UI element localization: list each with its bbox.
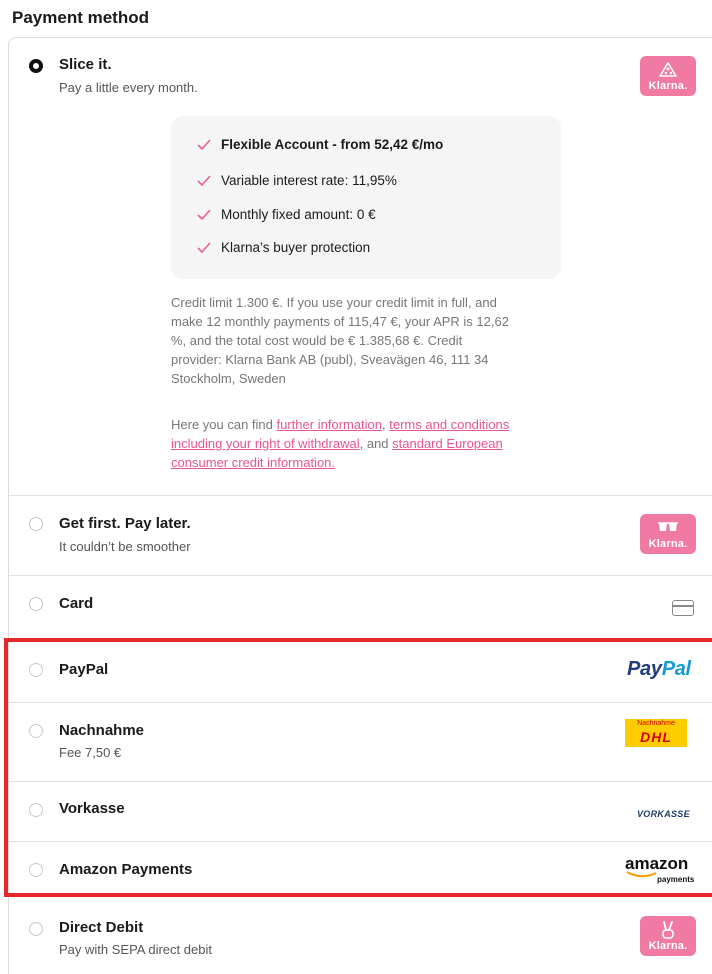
check-icon xyxy=(197,209,211,221)
option-paypal[interactable]: PayPal PayPal xyxy=(9,639,712,702)
standard-credit-info-link[interactable]: standard European xyxy=(392,436,503,451)
klarna-badge-label: Klarna. xyxy=(648,538,688,550)
pizza-slice-icon xyxy=(659,62,677,77)
credit-disclosure: Credit limit 1.300 €. If you use your cr… xyxy=(171,295,509,386)
amazon-smile-icon xyxy=(626,871,657,878)
sunglasses-icon xyxy=(658,522,678,531)
option-title: Vorkasse xyxy=(59,800,125,817)
option-direct-debit[interactable]: Direct Debit Pay with SEPA direct debit … xyxy=(9,902,712,974)
option-slice-it[interactable]: Slice it. Pay a little every month. Klar… xyxy=(9,38,712,495)
option-vorkasse[interactable]: Vorkasse VORKASSE xyxy=(9,781,712,841)
option-title: PayPal xyxy=(59,661,109,678)
option-title: Card xyxy=(59,595,94,612)
page-title: Payment method xyxy=(12,8,149,27)
option-amazon-payments[interactable]: Amazon Payments amazon payments xyxy=(9,841,712,897)
check-icon xyxy=(197,175,211,187)
option-title: Get first. Pay later. xyxy=(59,515,191,532)
check-icon xyxy=(197,242,211,254)
klarna-badge: Klarna. xyxy=(640,916,696,956)
radio-nachnahme[interactable] xyxy=(29,724,43,738)
radio-card[interactable] xyxy=(29,597,43,611)
option-subtitle: Pay with SEPA direct debit xyxy=(59,942,212,957)
legal-links: Here you can find further information, t… xyxy=(171,417,510,470)
vorkasse-logo: VORKASSE xyxy=(637,809,690,819)
benefits-box: Flexible Account - from 52,42 €/mo Varia… xyxy=(171,116,561,279)
peace-hand-icon xyxy=(662,921,674,939)
option-title: Amazon Payments xyxy=(59,861,193,878)
option-title: Direct Debit xyxy=(59,919,144,936)
option-subtitle: It couldn’t be smoother xyxy=(59,539,191,554)
option-subtitle: Fee 7,50 € xyxy=(59,745,122,760)
radio-direct-debit[interactable] xyxy=(29,922,43,936)
klarna-badge-label: Klarna. xyxy=(648,940,688,952)
radio-paypal[interactable] xyxy=(29,663,43,677)
klarna-badge: Klarna. xyxy=(640,514,696,554)
check-icon xyxy=(197,139,211,151)
radio-amazon-payments[interactable] xyxy=(29,863,43,877)
radio-vorkasse[interactable] xyxy=(29,803,43,817)
klarna-badge-label: Klarna. xyxy=(648,80,688,92)
option-title: Slice it. xyxy=(59,56,112,73)
credit-card-icon xyxy=(672,600,694,616)
paypal-logo: PayPal xyxy=(627,658,691,680)
option-subtitle: Pay a little every month. xyxy=(59,80,198,95)
radio-pay-later[interactable] xyxy=(29,517,43,531)
terms-link[interactable]: terms and conditions xyxy=(389,417,509,432)
option-title: Nachnahme xyxy=(59,722,145,739)
option-card[interactable]: Card xyxy=(9,575,712,639)
terms-link[interactable]: including your right of withdrawal xyxy=(171,436,360,451)
dhl-logo: Nachnahme DHL xyxy=(625,719,687,747)
option-nachnahme[interactable]: Nachnahme Fee 7,50 € Nachnahme DHL xyxy=(9,702,712,781)
further-information-link[interactable]: further information xyxy=(277,417,383,432)
standard-credit-info-link[interactable]: consumer credit information. xyxy=(171,455,335,470)
option-pay-later[interactable]: Get first. Pay later. It couldn’t be smo… xyxy=(9,495,712,575)
amazon-payments-logo: amazon payments xyxy=(625,854,695,884)
radio-slice-it[interactable] xyxy=(29,59,43,73)
klarna-badge: Klarna. xyxy=(640,56,696,96)
